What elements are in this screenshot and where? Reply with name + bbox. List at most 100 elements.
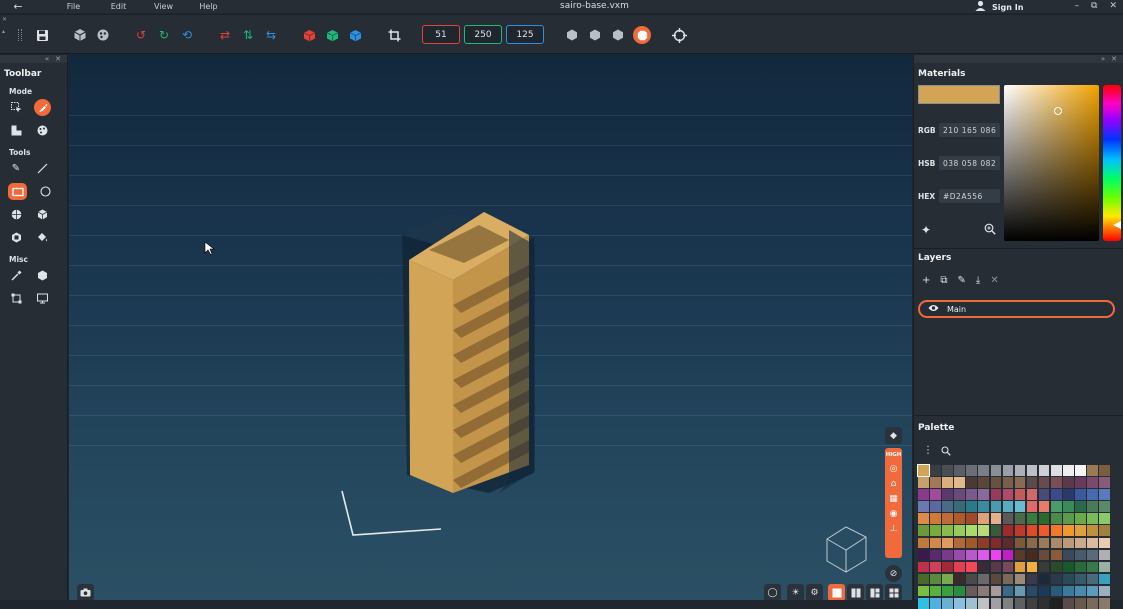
add-layer-icon[interactable]: + (922, 275, 930, 286)
palette-swatch[interactable] (978, 585, 989, 597)
palette-swatch[interactable] (954, 525, 965, 536)
close-icon[interactable]: ✕ (1109, 0, 1117, 13)
collapse-icon[interactable]: ✕ ▴ (2, 17, 7, 35)
palette-swatch[interactable] (1014, 477, 1026, 488)
palette-swatch[interactable] (990, 489, 1002, 500)
palette-swatch[interactable] (954, 585, 965, 597)
hex-value-field[interactable]: #D2A556 (939, 189, 1000, 203)
palette-swatch[interactable] (966, 477, 977, 488)
palette-swatch[interactable] (978, 549, 989, 561)
palette-swatch[interactable] (1014, 501, 1026, 512)
current-color-swatch[interactable] (918, 85, 1000, 104)
palette-swatch[interactable] (930, 465, 941, 476)
line-tool-icon[interactable] (34, 161, 50, 177)
palette-swatch[interactable] (1026, 489, 1038, 500)
palette-swatch[interactable] (1038, 513, 1050, 524)
palette-swatch[interactable] (966, 573, 977, 585)
palette-swatch[interactable] (1087, 489, 1098, 500)
palette-swatch[interactable] (930, 573, 941, 585)
palette-swatch[interactable] (930, 525, 941, 536)
sphere-tool-icon[interactable] (8, 207, 24, 223)
palette-swatch[interactable] (1038, 477, 1050, 488)
palette-swatch[interactable] (966, 585, 977, 597)
color-picker-area[interactable] (1004, 85, 1099, 241)
palette-swatch[interactable] (978, 489, 989, 500)
palette-swatch[interactable] (1063, 501, 1074, 512)
menu-file[interactable]: File (51, 2, 96, 11)
palette-swatch[interactable] (1051, 501, 1062, 512)
circle-tool-icon[interactable] (37, 184, 53, 200)
palette-swatch[interactable] (1075, 489, 1086, 500)
size-x-input[interactable]: 51 (422, 25, 460, 44)
globe-icon[interactable]: ⊘ (885, 565, 902, 582)
palette-swatch[interactable] (978, 525, 989, 536)
palette-swatch[interactable] (1002, 501, 1014, 512)
palette-swatch[interactable] (1026, 573, 1038, 585)
palette-swatch[interactable] (1087, 477, 1098, 488)
palette-swatch[interactable] (1026, 513, 1038, 524)
rotate-x-icon[interactable]: ↺ (133, 27, 149, 43)
palette-swatch[interactable] (1038, 465, 1050, 476)
render-smooth-icon[interactable] (610, 27, 626, 43)
palette-swatch[interactable] (1075, 477, 1086, 488)
palette-swatch[interactable] (1099, 465, 1110, 476)
palette-swatch[interactable] (930, 513, 941, 524)
palette-swatch[interactable] (942, 585, 953, 597)
palette-swatch[interactable] (1026, 477, 1038, 488)
eyedropper-icon[interactable] (8, 268, 24, 284)
palette-swatch[interactable] (1014, 573, 1026, 585)
palette-swatch[interactable] (1051, 537, 1062, 549)
palette-swatch[interactable] (1014, 561, 1026, 573)
palette-swatch[interactable] (942, 489, 953, 500)
palette-swatch[interactable] (1026, 549, 1038, 561)
palette-swatch[interactable] (1087, 537, 1098, 549)
delete-layer-icon[interactable]: ✕ (990, 275, 998, 286)
eye-view-icon[interactable]: ◉ (885, 509, 902, 519)
palette-swatch[interactable] (1051, 525, 1062, 536)
settings-gear-icon[interactable]: ⚙ (806, 584, 823, 600)
flip-z-icon[interactable]: ⇆ (263, 27, 279, 43)
size-y-input[interactable]: 250 (464, 25, 502, 44)
palette-swatch[interactable] (1002, 525, 1014, 536)
palette-swatch[interactable] (1087, 585, 1098, 597)
palette-swatch[interactable] (1014, 489, 1026, 500)
palette-swatch[interactable] (1099, 573, 1110, 585)
palette-swatch[interactable] (954, 573, 965, 585)
palette-swatch[interactable] (930, 549, 941, 561)
palette-swatch[interactable] (942, 561, 953, 573)
close-right-panel-icon[interactable]: ✕ (1111, 55, 1117, 63)
voxel-group-icon[interactable] (72, 27, 88, 43)
palette-swatch[interactable] (1038, 489, 1050, 500)
palette-swatch[interactable] (978, 537, 989, 549)
palette-swatch[interactable] (1063, 585, 1074, 597)
palette-swatch[interactable] (1099, 537, 1110, 549)
palette-swatch[interactable] (990, 549, 1002, 561)
palette-swatch[interactable] (1087, 501, 1098, 512)
palette-swatch[interactable] (990, 513, 1002, 524)
voxel-select-icon[interactable] (34, 268, 50, 284)
palette-swatch[interactable] (930, 501, 941, 512)
palette-swatch[interactable] (1063, 477, 1074, 488)
palette-swatch[interactable] (978, 501, 989, 512)
rotate-y-icon[interactable]: ↻ (156, 27, 172, 43)
palette-swatch[interactable] (918, 573, 929, 585)
palette-swatch[interactable] (1087, 561, 1098, 573)
palette-swatch[interactable] (1075, 501, 1086, 512)
palette-swatch[interactable] (1099, 513, 1110, 524)
palette-swatch[interactable] (1002, 573, 1014, 585)
hue-handle[interactable] (1113, 221, 1121, 229)
triple-view-icon[interactable] (866, 584, 883, 600)
camera-icon[interactable] (77, 584, 94, 600)
palette-swatch[interactable] (966, 549, 977, 561)
palette-swatch[interactable] (1038, 537, 1050, 549)
palette-swatch[interactable] (1063, 573, 1074, 585)
light-icon[interactable]: ☀ (787, 584, 804, 600)
duplicate-layer-icon[interactable]: ⧉ (940, 275, 947, 286)
palette-swatch[interactable] (1063, 561, 1074, 573)
palette-swatch[interactable] (1099, 477, 1110, 488)
palette-swatch[interactable] (1099, 585, 1110, 597)
palette-swatch[interactable] (1026, 585, 1038, 597)
palette-swatch[interactable] (942, 525, 953, 536)
palette-swatch[interactable] (1087, 525, 1098, 536)
size-z-input[interactable]: 125 (506, 25, 544, 44)
